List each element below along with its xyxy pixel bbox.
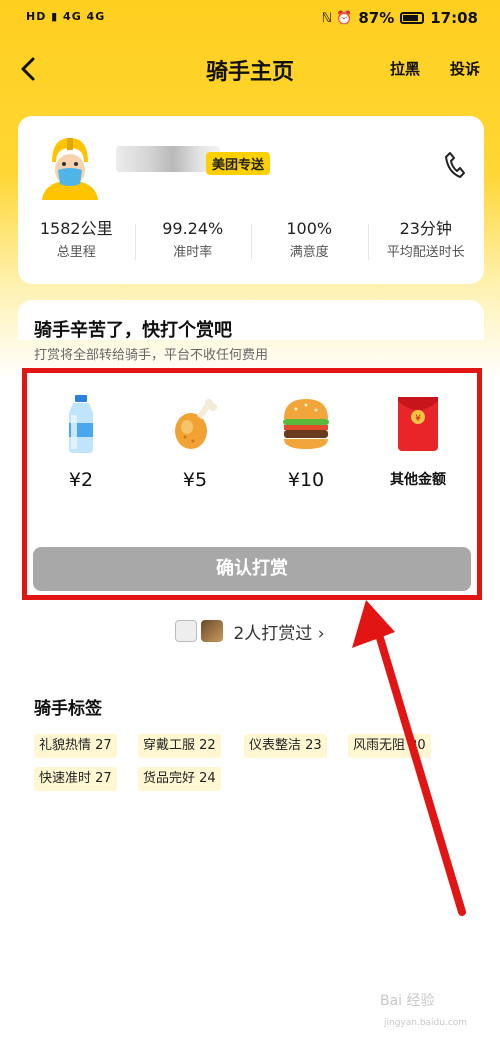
tag-item: 礼貌热情 27 bbox=[34, 734, 117, 758]
battery-icon bbox=[400, 12, 425, 24]
tipper-avatar bbox=[175, 620, 198, 642]
stat-label: 总里程 bbox=[56, 245, 96, 260]
stat-label: 满意度 bbox=[289, 245, 329, 260]
tip-title: 骑手辛苦了，快打个赏吧 bbox=[34, 320, 232, 341]
stat-satisfaction: 100% 满意度 bbox=[251, 216, 368, 272]
stat-value: 1582公里 bbox=[39, 219, 113, 238]
rider-card: 美团专送 1582公里 总里程 99.24% 准时率 100% 满意度 23分钟… bbox=[18, 116, 484, 284]
rider-avatar bbox=[42, 138, 98, 200]
stat-avg-delivery-time: 23分钟 平均配送时长 bbox=[367, 216, 485, 272]
burger-icon bbox=[283, 399, 329, 449]
tags-title: 骑手标签 bbox=[34, 699, 102, 719]
svg-text:¥: ¥ bbox=[415, 414, 421, 424]
tip-amount: ¥10 bbox=[287, 469, 325, 491]
baidu-watermark-url: jingyan.baidu.com bbox=[384, 1018, 468, 1028]
stat-value: 100% bbox=[286, 219, 333, 238]
tippers-count: 2人打赏过 › bbox=[233, 623, 325, 644]
water-bottle-icon bbox=[69, 395, 93, 453]
network-indicators: HD ▮ 4G 4G bbox=[26, 10, 106, 23]
tip-option-10[interactable]: ¥10 bbox=[256, 393, 356, 491]
phone-icon[interactable] bbox=[442, 150, 466, 180]
tippers-row[interactable]: 2人打赏过 › bbox=[0, 616, 500, 646]
report-button[interactable]: 投诉 bbox=[450, 58, 480, 79]
battery-percent: 87% bbox=[358, 9, 395, 27]
block-button[interactable]: 拉黑 bbox=[390, 58, 420, 79]
system-icons: ℕ ⏰ bbox=[321, 10, 353, 26]
baidu-watermark: Bai 经验 bbox=[380, 993, 435, 1009]
meituan-badge: 美团专送 bbox=[206, 152, 271, 175]
status-bar: HD ▮ 4G 4G ℕ ⏰ 87% 17:08 bbox=[0, 0, 500, 38]
stat-ontime-rate: 99.24% 准时率 bbox=[134, 216, 252, 272]
stat-label: 平均配送时长 bbox=[386, 245, 465, 260]
stat-mileage: 1582公里 总里程 bbox=[18, 216, 135, 272]
red-envelope-icon: ¥ bbox=[398, 397, 438, 451]
tag-item: 货品完好 24 bbox=[138, 767, 221, 791]
tag-item: 仪表整洁 23 bbox=[244, 734, 327, 758]
tip-option-5[interactable]: ¥5 bbox=[145, 393, 245, 491]
stat-value: 99.24% bbox=[162, 219, 224, 238]
page-title: 骑手主页 bbox=[205, 60, 294, 85]
rider-name-blurred bbox=[116, 146, 220, 172]
tip-option-2[interactable]: ¥2 bbox=[31, 393, 131, 491]
clock: 17:08 bbox=[430, 9, 478, 27]
tip-amount: ¥2 bbox=[68, 469, 94, 491]
tip-amount: 其他金额 bbox=[390, 472, 446, 488]
tipper-avatar bbox=[201, 620, 224, 642]
nav-bar: 骑手主页 拉黑 投诉 bbox=[0, 44, 500, 94]
stat-label: 准时率 bbox=[173, 245, 213, 260]
tip-subtitle: 打赏将全部转给骑手，平台不收任何费用 bbox=[34, 348, 269, 363]
tag-item: 快速准时 27 bbox=[34, 767, 117, 791]
rider-stats: 1582公里 总里程 99.24% 准时率 100% 满意度 23分钟 平均配送… bbox=[18, 216, 484, 272]
tag-item: 风雨无阻 20 bbox=[348, 734, 431, 758]
tip-amount: ¥5 bbox=[182, 469, 208, 491]
chicken-leg-icon bbox=[175, 399, 217, 449]
tip-option-other[interactable]: ¥ 其他金额 bbox=[368, 393, 468, 489]
tag-item: 穿戴工服 22 bbox=[138, 734, 221, 758]
stat-value: 23分钟 bbox=[399, 219, 452, 238]
confirm-tip-button[interactable]: 确认打赏 bbox=[33, 547, 471, 591]
tip-options-panel: ¥2 ¥5 ¥10 ¥ 其他金额 确认打赏 bbox=[22, 368, 482, 600]
